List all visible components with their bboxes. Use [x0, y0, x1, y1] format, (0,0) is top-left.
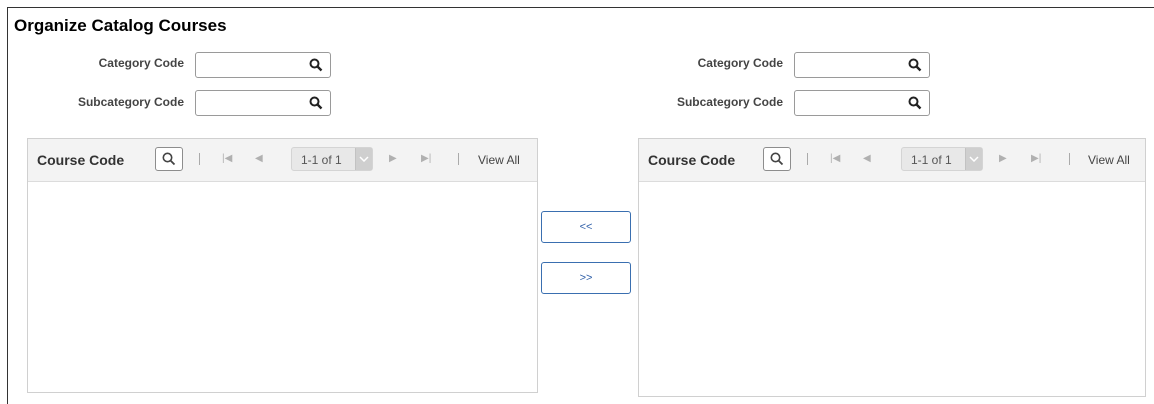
right-category-input[interactable] [799, 54, 903, 78]
left-category-field[interactable] [195, 52, 331, 78]
right-category-field[interactable] [794, 52, 930, 78]
right-subcategory-input[interactable] [799, 92, 903, 116]
separator [458, 153, 459, 165]
last-page-icon[interactable]: ▶| [1031, 152, 1041, 166]
left-subcategory-label: Subcategory Code [77, 95, 184, 109]
last-page-icon[interactable]: ▶| [421, 152, 431, 166]
right-grid-search-button[interactable] [763, 147, 791, 171]
search-icon[interactable] [908, 58, 922, 72]
left-grid-header: Course Code |◀ ◀ 1-1 of 1 ▶ ▶| View All [28, 139, 537, 182]
left-grid-range-select[interactable]: 1-1 of 1 [291, 147, 373, 171]
page-frame-top [7, 7, 1154, 8]
first-page-icon[interactable]: |◀ [830, 152, 840, 166]
first-page-icon[interactable]: |◀ [222, 152, 232, 166]
separator [1069, 153, 1070, 165]
search-icon [162, 152, 176, 166]
left-grid-view-all-link[interactable]: View All [478, 153, 520, 167]
previous-page-icon[interactable]: ◀ [863, 152, 871, 166]
next-page-icon[interactable]: ▶ [999, 152, 1007, 166]
move-left-button[interactable]: << [541, 211, 631, 243]
previous-page-icon[interactable]: ◀ [255, 152, 263, 166]
right-grid-header: Course Code |◀ ◀ 1-1 of 1 ▶ ▶| View All [639, 139, 1145, 182]
page-title: Organize Catalog Courses [14, 16, 227, 35]
search-icon[interactable] [908, 96, 922, 110]
separator [807, 153, 808, 165]
left-grid-title: Course Code [37, 152, 125, 168]
separator [199, 153, 200, 165]
left-category-input[interactable] [200, 54, 304, 78]
next-page-icon[interactable]: ▶ [389, 152, 397, 166]
left-course-grid: Course Code |◀ ◀ 1-1 of 1 ▶ ▶| View All [27, 138, 538, 393]
search-icon [770, 152, 784, 166]
left-subcategory-input[interactable] [200, 92, 304, 116]
right-category-label: Category Code [697, 56, 783, 70]
left-subcategory-field[interactable] [195, 90, 331, 116]
chevron-down-icon[interactable] [965, 148, 982, 170]
search-icon[interactable] [309, 96, 323, 110]
left-grid-range-text: 1-1 of 1 [301, 153, 342, 167]
right-grid-title: Course Code [648, 152, 736, 168]
chevron-down-icon[interactable] [355, 148, 372, 170]
left-category-label: Category Code [98, 56, 184, 70]
right-subcategory-field[interactable] [794, 90, 930, 116]
right-subcategory-label: Subcategory Code [676, 95, 783, 109]
move-right-button[interactable]: >> [541, 262, 631, 294]
right-grid-range-select[interactable]: 1-1 of 1 [901, 147, 983, 171]
right-grid-range-text: 1-1 of 1 [911, 153, 952, 167]
right-course-grid: Course Code |◀ ◀ 1-1 of 1 ▶ ▶| View All [638, 138, 1146, 397]
page-frame-left [7, 7, 8, 404]
left-grid-search-button[interactable] [155, 147, 183, 171]
search-icon[interactable] [309, 58, 323, 72]
right-grid-view-all-link[interactable]: View All [1088, 153, 1130, 167]
